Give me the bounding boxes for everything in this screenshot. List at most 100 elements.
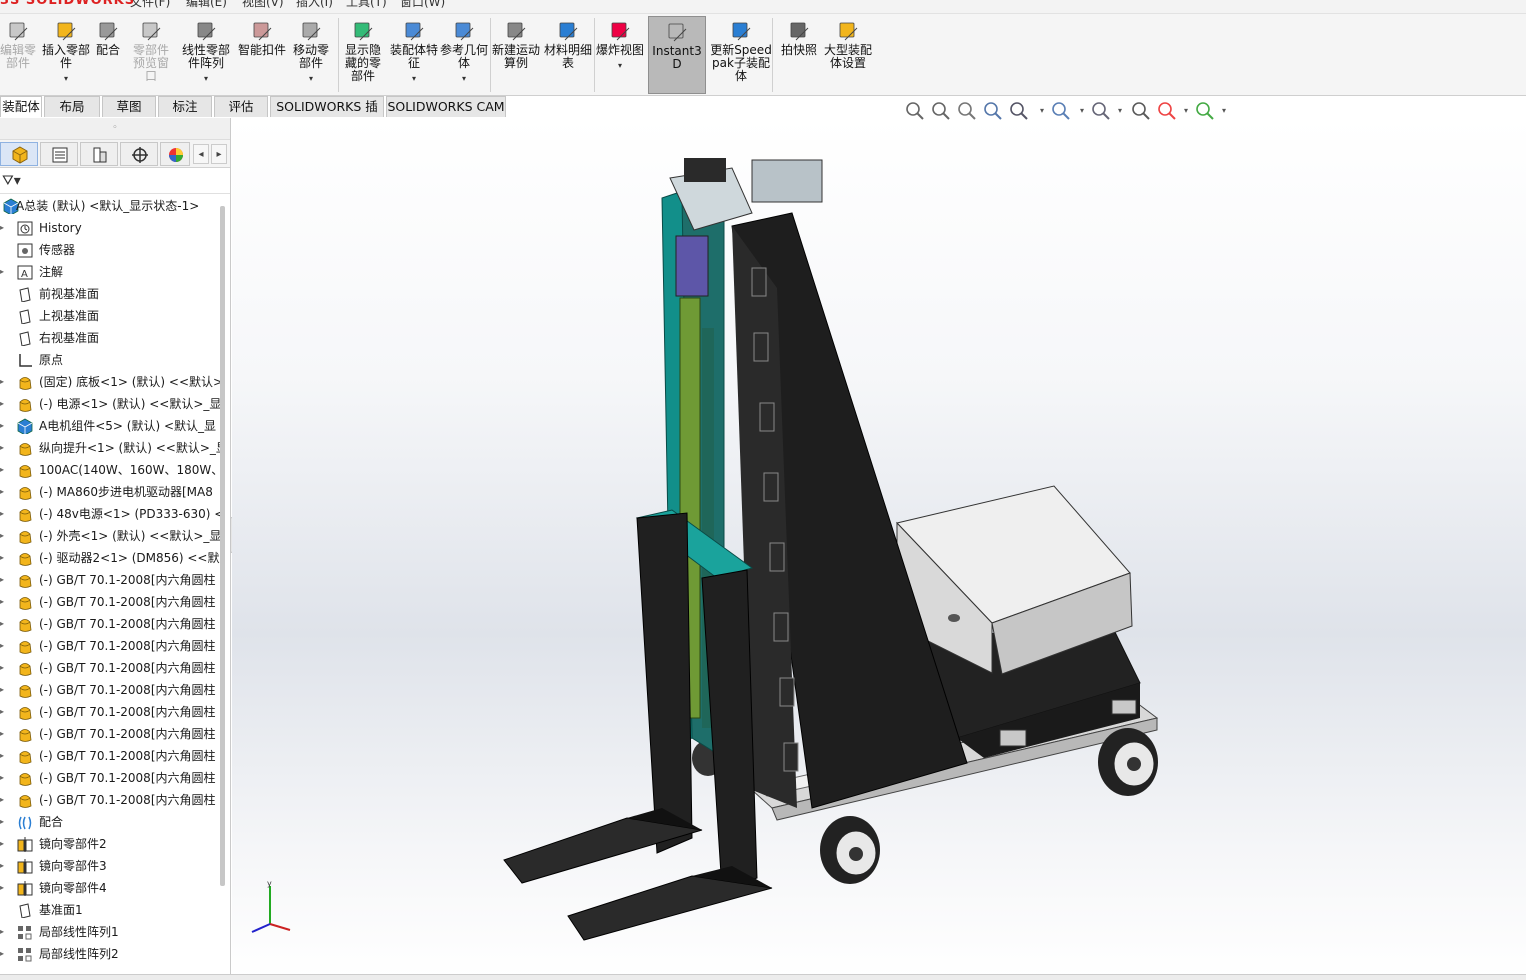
dropdown-arrow-icon[interactable]: ▾	[288, 72, 334, 85]
assembly-3d-model[interactable]	[232, 118, 1526, 978]
expand-arrow-icon[interactable]: ▸	[0, 261, 8, 283]
dropdown-arrow-icon[interactable]: ▾	[596, 59, 644, 72]
tree-item[interactable]: ▸ 镜向零部件4	[0, 877, 224, 899]
dropdown-arrow-icon[interactable]: ▾	[1184, 106, 1188, 115]
tree-item[interactable]: ▸ 局部线性阵列1	[0, 921, 224, 943]
tree-item[interactable]: ▸ (-) GB/T 70.1-2008[内六角圆柱	[0, 745, 224, 767]
tree-item[interactable]: ▸ (-) GB/T 70.1-2008[内六角圆柱	[0, 701, 224, 723]
expand-arrow-icon[interactable]: ▸	[0, 657, 8, 679]
tree-item[interactable]: ▸ History	[0, 217, 224, 239]
tree-item[interactable]: ▸ (-) GB/T 70.1-2008[内六角圆柱	[0, 679, 224, 701]
tool-smart-fastener-button[interactable]: 智能扣件	[238, 16, 286, 94]
tool-large-assembly-button[interactable]: 大型装配体设置	[824, 16, 872, 94]
tree-item[interactable]: ▸ (-) GB/T 70.1-2008[内六角圆柱	[0, 613, 224, 635]
section-view-icon[interactable]	[982, 100, 1004, 122]
zoom-to-area-icon[interactable]	[930, 100, 952, 122]
tree-item[interactable]: ▸ A 注解	[0, 261, 224, 283]
dropdown-arrow-icon[interactable]: ▾	[1222, 106, 1226, 115]
tree-item[interactable]: ▸ 镜向零部件3	[0, 855, 224, 877]
tool-instant3d-button[interactable]: Instant3D	[648, 16, 706, 94]
tree-item[interactable]: ▸ (-) 48v电源<1> (PD333-630) <	[0, 503, 224, 525]
menu-window[interactable]: 窗口(W)	[400, 0, 445, 10]
expand-arrow-icon[interactable]: ▸	[0, 811, 8, 833]
tree-item[interactable]: ▸ (固定) 底板<1> (默认) <<默认>	[0, 371, 224, 393]
expand-arrow-icon[interactable]: ▸	[0, 745, 8, 767]
tool-move-component-button[interactable]: 移动零部件 ▾	[288, 16, 334, 94]
tree-item[interactable]: ▸ 纵向提升<1> (默认) <<默认>_显	[0, 437, 224, 459]
property-manager-tab[interactable]	[40, 142, 78, 166]
view-orientation-icon[interactable]	[1050, 100, 1072, 122]
display-manager-tab[interactable]	[160, 142, 190, 166]
tab-layout[interactable]: 布局	[44, 96, 100, 117]
tab-solidworks-addins[interactable]: SOLIDWORKS 插件	[270, 96, 384, 134]
dropdown-arrow-icon[interactable]: ▾	[1080, 106, 1084, 115]
tree-item[interactable]: 基准面1	[0, 899, 224, 921]
tab-markup[interactable]: 标注	[158, 96, 212, 117]
expand-arrow-icon[interactable]: ▸	[0, 437, 8, 459]
expand-arrow-icon[interactable]: ▸	[0, 723, 8, 745]
tool-component-preview-button[interactable]: 零部件预览窗口	[128, 16, 174, 94]
tab-solidworks-cam[interactable]: SOLIDWORKS CAM	[386, 96, 506, 117]
dimxpert-tab[interactable]	[120, 142, 158, 166]
expand-arrow-icon[interactable]: ▸	[0, 921, 8, 943]
expand-arrow-icon[interactable]: ▸	[0, 371, 8, 393]
dropdown-arrow-icon[interactable]: ▾	[440, 72, 488, 85]
tree-item[interactable]: 右视基准面	[0, 327, 224, 349]
tree-item[interactable]: ▸ (-) GB/T 70.1-2008[内六角圆柱	[0, 723, 224, 745]
expand-arrow-icon[interactable]: ▸	[0, 789, 8, 811]
tool-linear-pattern-button[interactable]: 线性零部件阵列 ▾	[178, 16, 234, 94]
expand-arrow-icon[interactable]: ▸	[0, 767, 8, 789]
dropdown-arrow-icon[interactable]: ▾	[178, 72, 234, 85]
expand-arrow-icon[interactable]: ▸	[0, 481, 8, 503]
menu-edit[interactable]: 编辑(E)	[186, 0, 227, 10]
tree-item[interactable]: ▸ 镜向零部件2	[0, 833, 224, 855]
tool-reference-geometry-button[interactable]: 参考几何体 ▾	[440, 16, 488, 94]
tree-item[interactable]: ▸ 100AC(140W、160W、180W、	[0, 459, 224, 481]
tree-item[interactable]: 上视基准面	[0, 305, 224, 327]
tree-item[interactable]: ▸ 局部线性阵列2	[0, 943, 224, 965]
tool-bom-button[interactable]: 材料明细表	[544, 16, 592, 94]
expand-arrow-icon[interactable]: ▸	[0, 877, 8, 899]
filter-icon[interactable]: ⛛▾	[2, 173, 21, 189]
zoom-to-fit-icon[interactable]	[904, 100, 926, 122]
tree-item[interactable]: 原点	[0, 349, 224, 371]
tool-exploded-view-button[interactable]: 爆炸视图 ▾	[596, 16, 644, 94]
expand-arrow-icon[interactable]: ▸	[0, 217, 8, 239]
tool-motion-study-button[interactable]: 新建运动算例	[492, 16, 540, 94]
tree-item[interactable]: 前视基准面	[0, 283, 224, 305]
tree-item[interactable]: ▸ 配合	[0, 811, 224, 833]
expand-arrow-icon[interactable]: ▸	[0, 415, 8, 437]
tree-item[interactable]: ▸ A电机组件<5> (默认) <默认_显	[0, 415, 224, 437]
edit-appearance-icon[interactable]	[1156, 100, 1178, 122]
expand-arrow-icon[interactable]: ▸	[0, 459, 8, 481]
tree-item[interactable]: ▸ (-) 驱动器2<1> (DM856) <<默	[0, 547, 224, 569]
tree-root-assembly[interactable]: A总装 (默认) <默认_显示状态-1>	[0, 195, 224, 217]
menu-view[interactable]: 视图(V)	[242, 0, 284, 10]
expand-arrow-icon[interactable]: ▸	[0, 547, 8, 569]
previous-view-icon[interactable]	[956, 100, 978, 122]
menu-file[interactable]: 文件(F)	[130, 0, 170, 10]
feature-manager-tab[interactable]	[0, 142, 38, 166]
tree-item[interactable]: ▸ (-) GB/T 70.1-2008[内六角圆柱	[0, 591, 224, 613]
panel-grip[interactable]: ◦	[0, 118, 230, 140]
tool-snapshot-button[interactable]: 拍快照	[776, 16, 822, 94]
tool-mate-button[interactable]: 配合	[92, 16, 124, 94]
expand-arrow-icon[interactable]: ▸	[0, 591, 8, 613]
dropdown-arrow-icon[interactable]: ▾	[42, 72, 90, 85]
tree-item[interactable]: ▸ (-) GB/T 70.1-2008[内六角圆柱	[0, 657, 224, 679]
tree-item[interactable]: ▸ (-) GB/T 70.1-2008[内六角圆柱	[0, 789, 224, 811]
expand-arrow-icon[interactable]: ▸	[0, 701, 8, 723]
tool-speedpak-button[interactable]: 更新Speedpak子装配体	[710, 16, 772, 94]
hide-show-items-icon[interactable]	[1130, 100, 1152, 122]
panel-tabs-right-arrow[interactable]: ▸	[211, 144, 227, 164]
expand-arrow-icon[interactable]: ▸	[0, 393, 8, 415]
dropdown-arrow-icon[interactable]: ▾	[390, 72, 438, 85]
tool-show-hidden-button[interactable]: 显示隐藏的零部件	[340, 16, 386, 94]
tab-assembly[interactable]: 装配体	[0, 96, 42, 117]
tree-item[interactable]: ▸ (-) GB/T 70.1-2008[内六角圆柱	[0, 635, 224, 657]
apply-scene-icon[interactable]	[1194, 100, 1216, 122]
expand-arrow-icon[interactable]: ▸	[0, 569, 8, 591]
tree-scrollbar[interactable]	[220, 206, 225, 886]
dynamic-annotation-icon[interactable]	[1008, 100, 1030, 122]
tool-assembly-feature-button[interactable]: 装配体特征 ▾	[390, 16, 438, 94]
